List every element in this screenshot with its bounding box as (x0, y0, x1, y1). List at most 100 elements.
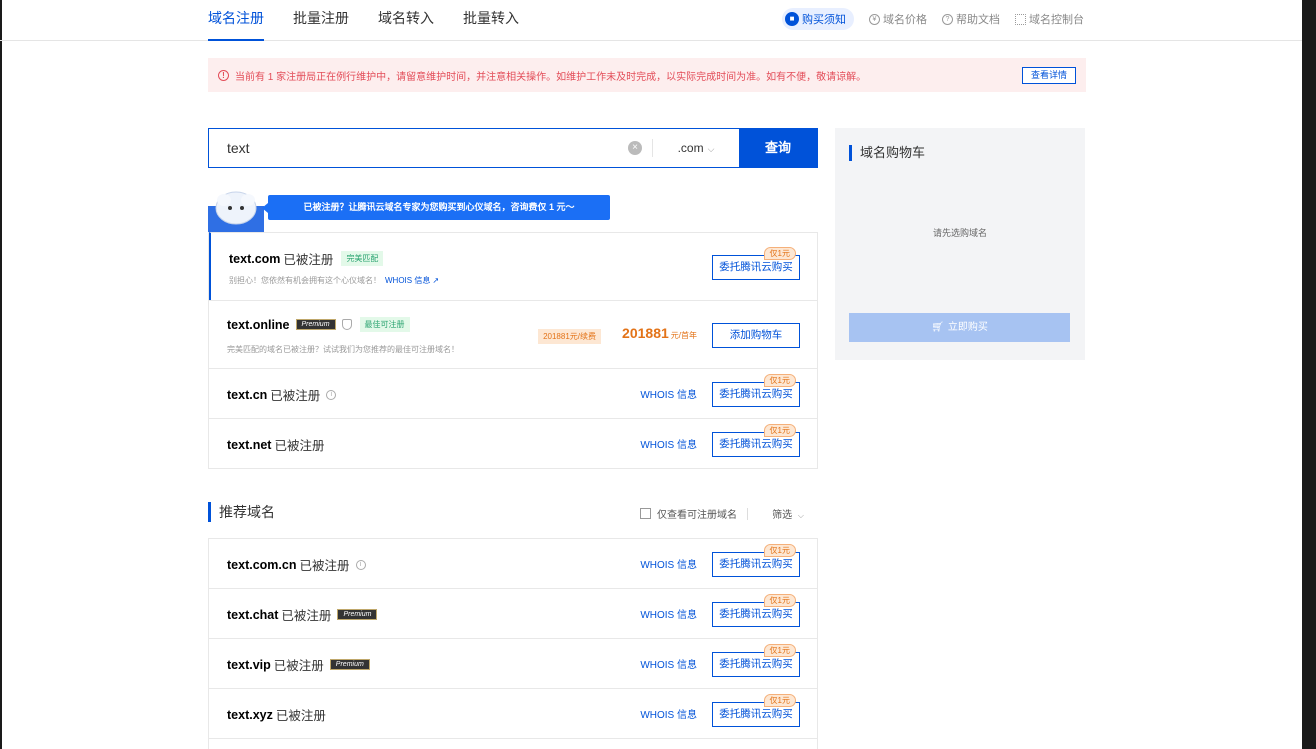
domain-tld: .chat (249, 607, 279, 622)
info-icon[interactable]: i (355, 559, 366, 570)
domain-name: text .com 已被注册 完美匹配 (229, 249, 384, 268)
whois-link[interactable]: WHOIS 信息 (640, 556, 697, 571)
best-available-tag: 最佳可注册 (359, 317, 410, 332)
tld-select[interactable]: .com ⌵ (653, 129, 739, 167)
domain-label: text (229, 251, 252, 266)
checkbox-box[interactable] (640, 508, 651, 519)
price-icon: ¥ (869, 13, 880, 25)
help-docs-link[interactable]: ? 帮助文档 (942, 11, 1000, 27)
price-badge: 仅1元 (763, 694, 796, 707)
domain-tld: .online (249, 317, 290, 332)
external-link-icon: ↗ (432, 276, 440, 285)
price-badge: 仅1元 (763, 374, 796, 387)
whois-link[interactable]: WHOIS 信息 (640, 386, 697, 401)
domain-label: text (227, 707, 250, 722)
info-icon[interactable]: i (326, 389, 337, 400)
window-border-left (0, 0, 2, 749)
recommend-row: text .vip 已被注册 Premium WHOIS 信息 委托腾讯云购买 仅… (209, 638, 817, 688)
tab-batch-register[interactable]: 批量注册 (293, 0, 349, 40)
domain-label: text (227, 437, 250, 452)
recommend-row: text .com.cn 已被注册 i WHOIS 信息 委托腾讯云购买 仅1元 (209, 538, 817, 588)
view-details-button[interactable]: 查看详情 (1021, 67, 1076, 84)
alert-text: 当前有 1 家注册局正在例行维护中，请留意维护时间，并注意相关操作。如维护工作未… (235, 71, 867, 83)
maintenance-alert: ! 当前有 1 家注册局正在例行维护中，请留意维护时间，并注意相关操作。如维护工… (208, 58, 1086, 92)
buy-notice-label: 购买须知 (802, 14, 846, 26)
entrust-purchase-label: 委托腾讯云购买 (719, 608, 793, 620)
consult-promo-button[interactable]: 已被注册？让腾讯云域名专家为您购买到心仪域名，咨询费仅 1 元～ (262, 195, 610, 220)
entrust-purchase-button[interactable]: 委托腾讯云购买 仅1元 (712, 424, 800, 457)
grid-icon (1015, 13, 1026, 25)
entrust-purchase-label: 委托腾讯云购买 (719, 438, 793, 450)
match-tag: 完美匹配 (341, 251, 384, 266)
entrust-purchase-label: 委托腾讯云购买 (719, 708, 793, 720)
top-divider (0, 40, 1302, 41)
clear-icon[interactable]: × (628, 141, 642, 155)
help-docs-label: 帮助文档 (956, 14, 1000, 26)
price-value: 201881 (622, 325, 669, 341)
tab-domain-transfer[interactable]: 域名转入 (378, 0, 434, 40)
shield-icon (341, 319, 352, 330)
whois-link[interactable]: WHOIS 信息 (640, 656, 697, 671)
search-button[interactable]: 查询 (739, 129, 817, 167)
domain-console-link[interactable]: 域名控制台 (1015, 11, 1084, 27)
premium-badge: Premium (295, 319, 336, 330)
recommend-row-partial (209, 738, 817, 749)
cart-title: 域名购物车 (849, 145, 925, 161)
domain-cart: 域名购物车 请先选购域名 🛒︎ 立即购买 (835, 128, 1085, 360)
premium-badge: Premium (329, 659, 370, 670)
tab-batch-transfer[interactable]: 批量转入 (463, 0, 519, 40)
domain-price-link[interactable]: ¥ 域名价格 (869, 11, 927, 27)
top-links: ■ 购买须知 ¥ 域名价格 ? 帮助文档 域名控制台 (782, 8, 1084, 30)
entrust-purchase-label: 委托腾讯云购买 (719, 261, 793, 273)
promo-banner: 已被注册？让腾讯云域名专家为您购买到心仪域名，咨询费仅 1 元～ (208, 186, 618, 232)
domain-name: text .net 已被注册 (227, 435, 324, 454)
tab-domain-register[interactable]: 域名注册 (208, 0, 264, 41)
document-icon: ■ (785, 12, 799, 26)
entrust-purchase-button[interactable]: 委托腾讯云购买 仅1元 (712, 694, 800, 727)
chevron-down-icon: ⌵ (797, 511, 804, 520)
tld-select-value: .com (677, 141, 704, 155)
price-badge: 仅1元 (763, 544, 796, 557)
domain-label: text (227, 317, 250, 332)
price-badge: 仅1元 (763, 594, 796, 607)
domain-status: 已被注册 (270, 389, 321, 403)
domain-name: text .online Premium 最佳可注册 (227, 317, 410, 332)
help-icon: ? (942, 13, 953, 25)
search-results: text .com 已被注册 完美匹配 别担心！您依然有机会拥有这个心仪域名！ WH… (208, 232, 818, 469)
buy-now-label: 立即购买 (947, 322, 988, 333)
result-subtext: 别担心！您依然有机会拥有这个心仪域名！ WHOIS 信息 ↗ (229, 275, 439, 286)
entrust-purchase-button[interactable]: 委托腾讯云购买 仅1元 (712, 644, 800, 677)
window-border-right (1302, 0, 1316, 749)
entrust-purchase-button[interactable]: 委托腾讯云购买 仅1元 (712, 594, 800, 627)
domain-search-input[interactable] (209, 129, 628, 167)
filter-dropdown[interactable]: 筛选 ⌵ (772, 506, 804, 521)
whois-link[interactable]: WHOIS 信息 (640, 436, 697, 451)
buy-now-button[interactable]: 🛒︎ 立即购买 (849, 313, 1070, 342)
domain-name: text .vip 已被注册 Premium (227, 655, 370, 674)
domain-label: text (227, 387, 250, 402)
entrust-purchase-button[interactable]: 委托腾讯云购买 仅1元 (712, 374, 800, 407)
buy-notice-link[interactable]: ■ 购买须知 (782, 8, 854, 30)
chevron-down-icon: ⌵ (707, 144, 715, 154)
domain-name: text .xyz 已被注册 (227, 705, 326, 724)
domain-name: text .chat 已被注册 Premium (227, 605, 378, 624)
first-year-price: 201881 元/首年 (622, 325, 697, 341)
entrust-purchase-button[interactable]: 委托腾讯云购买 仅1元 (712, 247, 800, 280)
mascot-icon (208, 191, 264, 232)
whois-link[interactable]: WHOIS 信息 (640, 706, 697, 721)
domain-status: 已被注册 (283, 253, 334, 267)
price-badge: 仅1元 (763, 424, 796, 437)
result-row: text .net 已被注册 WHOIS 信息 委托腾讯云购买 仅1元 (209, 418, 817, 468)
cart-icon: 🛒︎ (931, 322, 944, 333)
entrust-purchase-label: 委托腾讯云购买 (719, 388, 793, 400)
domain-label: text (227, 657, 250, 672)
whois-link[interactable]: WHOIS 信息 (385, 276, 430, 285)
recommend-row: text .chat 已被注册 Premium WHOIS 信息 委托腾讯云购买 … (209, 588, 817, 638)
whois-link[interactable]: WHOIS 信息 (640, 606, 697, 621)
add-to-cart-button[interactable]: 添加购物车 (712, 323, 800, 348)
available-only-checkbox[interactable]: 仅查看可注册域名 (640, 506, 748, 521)
domain-tld: .com.cn (249, 557, 297, 572)
cart-empty-text: 请先选购域名 (932, 228, 987, 238)
filter-label: 筛选 (772, 510, 793, 521)
entrust-purchase-button[interactable]: 委托腾讯云购买 仅1元 (712, 544, 800, 577)
